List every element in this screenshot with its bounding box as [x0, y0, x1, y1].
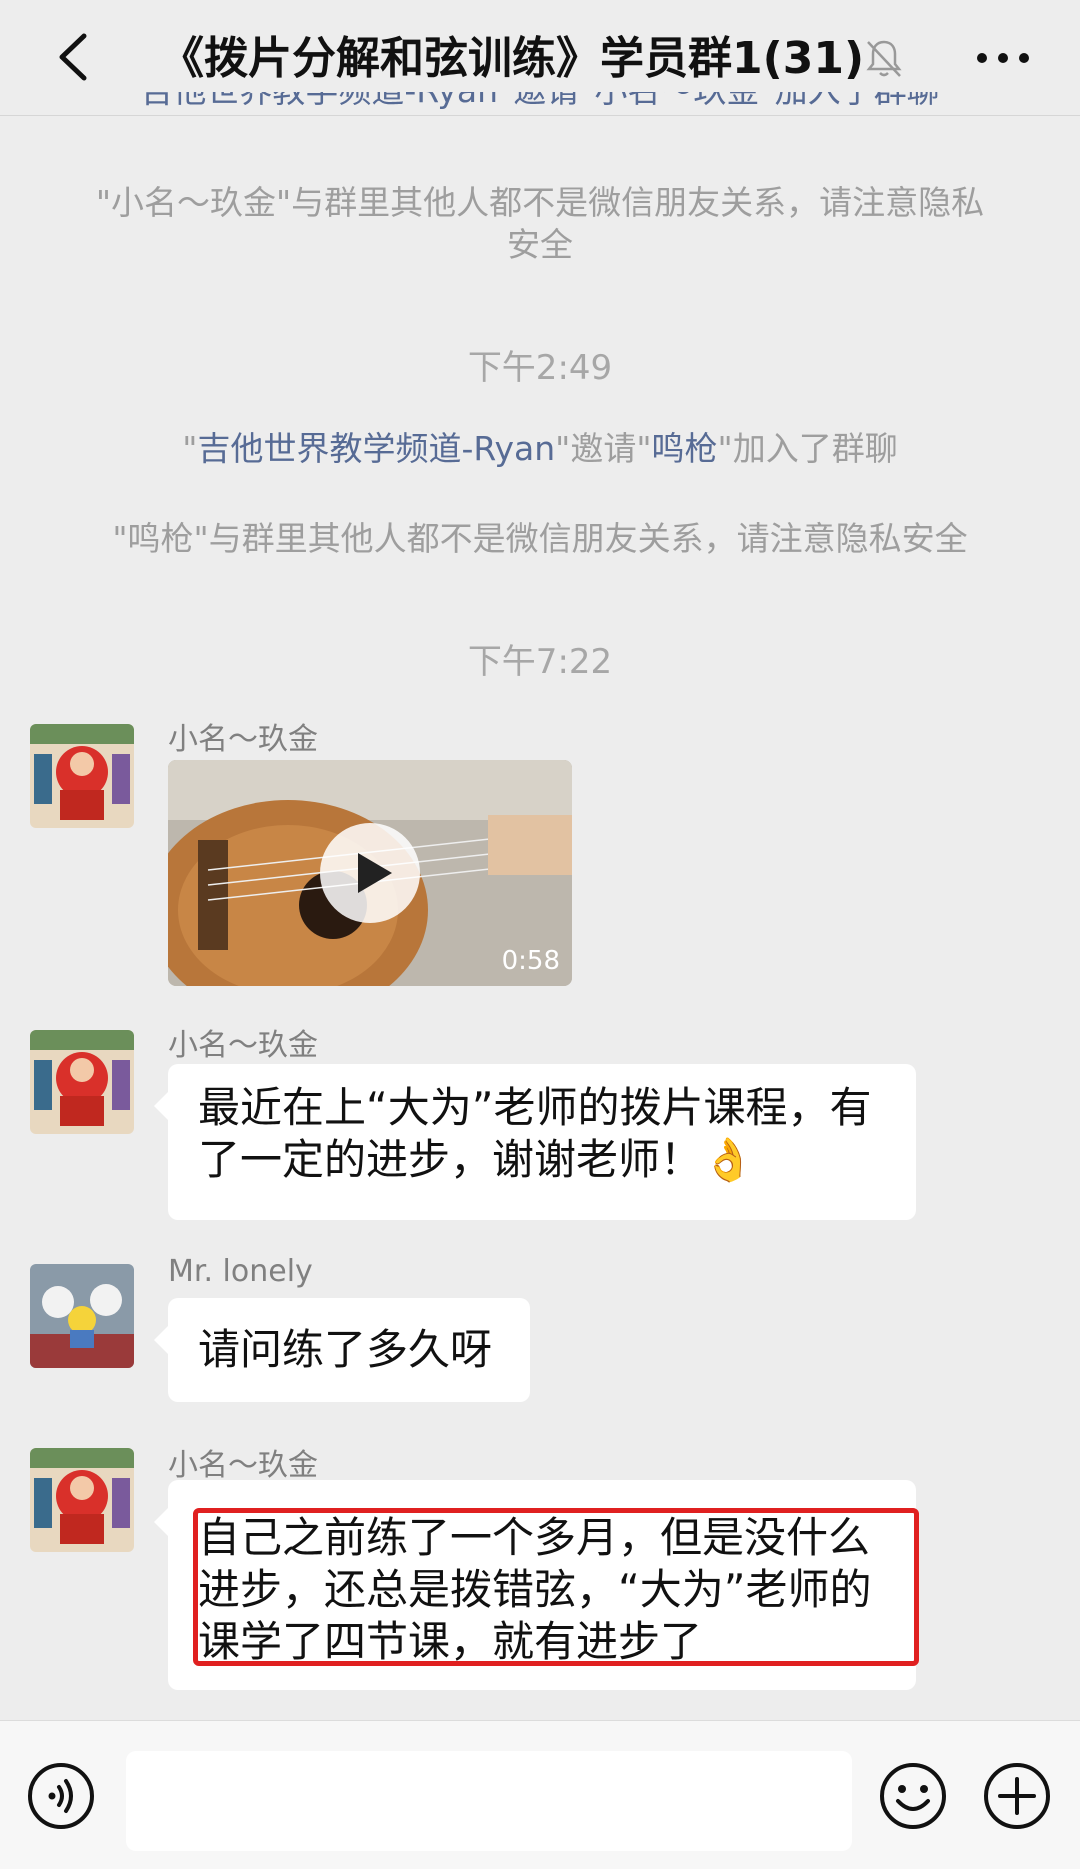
sender-name: Mr. lonely: [168, 1254, 313, 1289]
video-message[interactable]: 0:58: [168, 760, 572, 986]
avatar[interactable]: [30, 1264, 134, 1368]
play-icon[interactable]: [318, 821, 422, 925]
bell-off-icon: [866, 40, 902, 77]
voice-icon[interactable]: [26, 1761, 96, 1831]
avatar[interactable]: [30, 724, 134, 828]
inviter-link[interactable]: 吉他世界教学频道-Ryan: [197, 429, 555, 468]
system-notice-partial: 吉他世界教学频道-Ryan"邀请"小名～玖金"加入了群聊: [80, 92, 1000, 126]
timestamp: 下午2:49: [467, 348, 613, 388]
avatar[interactable]: [30, 1448, 134, 1552]
input-bar: [0, 1720, 1080, 1869]
sender-name: 小名～玖金: [168, 1448, 318, 1483]
message-bubble[interactable]: 请问练了多久呀: [154, 1298, 530, 1402]
more-dots-icon[interactable]: [968, 30, 1038, 86]
chevron-left-icon[interactable]: [40, 22, 110, 92]
message-bubble[interactable]: 最近在上“大为”老师的拨片课程，有了一定的进步，谢谢老师！👌: [154, 1064, 916, 1220]
smiley-icon[interactable]: [878, 1761, 948, 1831]
avatar[interactable]: [30, 1030, 134, 1134]
sender-name: 小名～玖金: [168, 722, 318, 757]
video-duration: 0:58: [501, 946, 560, 976]
privacy-notice: "小名～玖金"与群里其他人都不是微信朋友关系，请注意隐私安全: [95, 183, 985, 264]
sender-name: 小名～玖金: [168, 1028, 318, 1063]
plus-icon[interactable]: [982, 1761, 1052, 1831]
timestamp: 下午7:22: [467, 642, 613, 682]
invitee-link[interactable]: 鸣枪: [652, 429, 718, 468]
highlight-box: [193, 1508, 919, 1666]
privacy-notice: "鸣枪"与群里其他人都不是微信朋友关系，请注意隐私安全: [112, 519, 968, 558]
message-input[interactable]: [126, 1751, 852, 1851]
invite-notice: "吉他世界教学频道-Ryan"邀请"鸣枪"加入了群聊: [182, 429, 898, 468]
chat-title: 《拨片分解和弦训练》学员群1(31): [160, 33, 865, 84]
